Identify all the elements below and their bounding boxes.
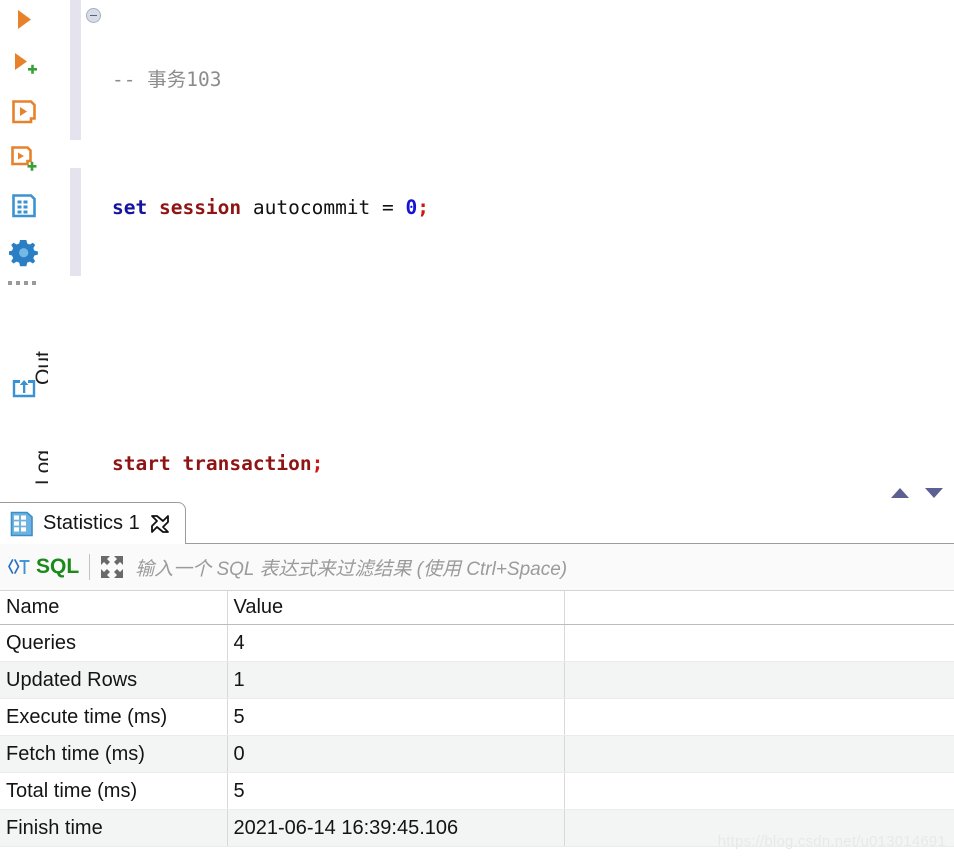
upload-tray-glyph (12, 380, 36, 398)
dbeaver-sql-editor-window: Out Log -- 事务103 set session autocommit … (0, 0, 954, 856)
cell-value[interactable]: 2021-06-14 16:39:45.106 (226, 809, 564, 847)
results-tab-strip: Statistics 1 (0, 500, 954, 544)
cell-name[interactable]: Finish time (0, 809, 227, 847)
settings-gear-icon[interactable] (4, 233, 44, 273)
dot (16, 281, 20, 285)
filter-mode-label: SQL (36, 555, 80, 578)
code-line[interactable]: -- 事务103 (112, 64, 954, 96)
code-token: -- 事务103 (112, 68, 222, 91)
code-lines[interactable]: -- 事务103 set session autocommit = 0; sta… (112, 0, 954, 490)
plan-table-glyph (12, 194, 36, 218)
close-tab-icon[interactable] (149, 513, 171, 535)
play-plus-glyph (15, 53, 37, 74)
column-header-empty[interactable] (563, 591, 954, 625)
statement-gutter-marker (70, 168, 81, 276)
code-token: autocommit = (252, 196, 406, 219)
execute-new-tab-icon[interactable] (4, 45, 44, 85)
cell-name[interactable]: Execute time (ms) (0, 698, 227, 736)
filter-divider (89, 554, 91, 580)
filter-input-placeholder[interactable]: 输入一个 SQL 表达式来过滤结果 (使用 Ctrl+Space) (135, 554, 567, 581)
cell-name[interactable]: Total time (ms) (0, 772, 227, 810)
scroll-up-arrow-icon[interactable] (890, 487, 910, 499)
table-row[interactable]: Execute time (ms) 5 (0, 698, 954, 736)
table-header-row: Name Value (0, 591, 954, 625)
execute-statement-icon[interactable] (4, 0, 44, 40)
code-token: set (112, 196, 159, 219)
cell-extra[interactable] (563, 809, 954, 847)
editor-scroll-arrows (890, 487, 944, 499)
cell-extra[interactable] (563, 735, 954, 773)
statistics-table: Name Value Queries 4 Updated Rows 1 Exec… (0, 591, 954, 847)
expand-filter-icon[interactable] (99, 554, 125, 580)
sql-editor-area[interactable]: -- 事务103 set session autocommit = 0; sta… (48, 0, 954, 490)
cell-extra[interactable] (563, 624, 954, 662)
table-row[interactable]: Updated Rows 1 (0, 661, 954, 699)
tab-statistics-1[interactable]: Statistics 1 (0, 502, 186, 544)
dot (24, 281, 28, 285)
table-row[interactable]: Queries 4 (0, 624, 954, 662)
code-token: session (158, 196, 253, 219)
export-upload-icon[interactable] (4, 368, 44, 408)
dot (8, 281, 12, 285)
cell-value[interactable]: 5 (226, 772, 564, 810)
code-line-blank[interactable] (112, 320, 954, 352)
table-row[interactable]: Total time (ms) 5 (0, 772, 954, 810)
cell-extra[interactable] (563, 661, 954, 699)
tab-label: Statistics 1 (43, 512, 140, 534)
results-filter-bar[interactable]: SQL 输入一个 SQL 表达式来过滤结果 (使用 Ctrl+Space) (0, 544, 954, 591)
explain-execution-plan-icon[interactable] (4, 186, 44, 226)
code-token: 0 (405, 196, 418, 219)
more-options-dots-icon[interactable] (8, 278, 40, 288)
cell-value[interactable]: 1 (226, 661, 564, 699)
cell-name[interactable]: Fetch time (ms) (0, 735, 227, 773)
script-play-plus-glyph (11, 146, 37, 171)
cell-name[interactable]: Updated Rows (0, 661, 227, 699)
cell-value[interactable]: 5 (226, 698, 564, 736)
table-body: Queries 4 Updated Rows 1 Execute time (m… (0, 624, 954, 847)
code-line[interactable]: start transaction; (112, 448, 954, 480)
statement-gutter-marker (70, 0, 81, 140)
cell-extra[interactable] (563, 698, 954, 736)
code-token: start transaction (112, 452, 312, 475)
sql-expression-icon (8, 559, 30, 574)
gear-glyph (9, 239, 38, 267)
play-triangle-glyph (18, 10, 31, 29)
code-line[interactable]: set session autocommit = 0; (112, 192, 954, 224)
code-token: ; (417, 196, 430, 219)
table-row[interactable]: Fetch time (ms) 0 (0, 735, 954, 773)
dot (32, 281, 36, 285)
cell-name[interactable]: Queries (0, 624, 227, 662)
code-fold-collapse-icon[interactable] (86, 8, 101, 23)
execute-script-icon[interactable] (4, 92, 44, 132)
code-token: ; (311, 452, 324, 475)
cell-value[interactable]: 4 (226, 624, 564, 662)
scroll-down-arrow-icon[interactable] (924, 487, 944, 499)
table-row[interactable]: Finish time 2021-06-14 16:39:45.106 (0, 809, 954, 847)
results-panel: Statistics 1 SQL 输入一个 SQL 表达式来过滤结果 (使用 C… (0, 500, 954, 856)
cell-value[interactable]: 0 (226, 735, 564, 773)
column-header-value[interactable]: Value (226, 591, 564, 625)
execute-script-new-tab-icon[interactable] (4, 139, 44, 179)
script-play-glyph (12, 100, 36, 124)
filter-mode-toggle[interactable]: SQL (0, 555, 79, 579)
column-header-name[interactable]: Name (0, 591, 227, 625)
statistics-grid-icon (10, 511, 33, 536)
cell-extra[interactable] (563, 772, 954, 810)
